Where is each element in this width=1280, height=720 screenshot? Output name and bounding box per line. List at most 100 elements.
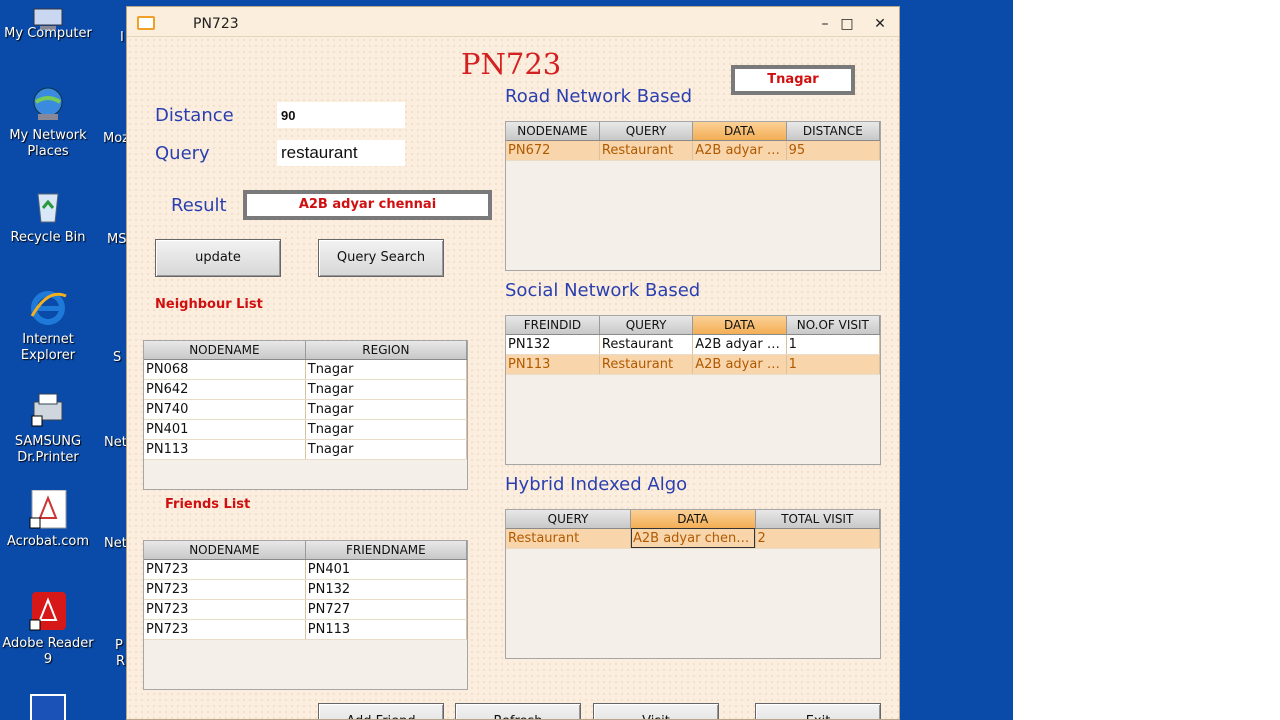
friends-list-title: Friends List <box>165 497 251 512</box>
column-header[interactable]: QUERY <box>599 122 694 141</box>
network-icon <box>28 84 68 124</box>
acrobat-icon <box>28 489 68 530</box>
table-cell[interactable]: PN068 <box>144 359 306 380</box>
desktop-icon-internet-explorer[interactable]: Internet Explorer <box>0 288 96 364</box>
desktop-icon-adobe-reader[interactable]: Adobe Reader 9 <box>0 592 96 668</box>
table-row[interactable]: PN723 PN113 <box>144 619 467 640</box>
table-row[interactable]: PN723 PN401 <box>144 559 467 580</box>
table-row[interactable]: PN068 Tnagar <box>144 359 467 380</box>
friends-table[interactable]: NODENAME FRIENDNAME PN723 PN401 PN723 PN13… <box>143 540 468 690</box>
table-cell[interactable]: A2B adyar c... <box>692 354 787 375</box>
minimize-button[interactable]: – <box>817 16 833 32</box>
table-cell[interactable]: PN401 <box>305 559 467 580</box>
table-row[interactable]: PN723 PN727 <box>144 599 467 620</box>
refresh-button[interactable]: Refresh <box>455 703 581 719</box>
table-row[interactable]: PN672 Restaurant A2B adyar c... 95 <box>506 140 880 161</box>
table-cell[interactable]: PN642 <box>144 379 306 400</box>
table-cell[interactable]: PN132 <box>506 334 600 355</box>
result-label: Result <box>171 195 227 216</box>
column-header[interactable]: NODENAME <box>506 122 600 141</box>
add-friend-button[interactable]: Add Friend <box>318 703 444 719</box>
table-header-row: NODENAME QUERY DATA DISTANCE <box>506 122 880 141</box>
column-header[interactable]: QUERY <box>506 510 631 529</box>
maximize-button[interactable]: □ <box>839 16 855 32</box>
column-header[interactable]: DATA <box>692 316 787 335</box>
table-cell[interactable]: PN740 <box>144 399 306 420</box>
table-cell[interactable]: PN727 <box>305 599 467 620</box>
visit-button[interactable]: Visit <box>593 703 719 719</box>
table-cell[interactable]: PN401 <box>144 419 306 440</box>
table-cell[interactable]: PN672 <box>506 140 600 161</box>
table-cell[interactable]: Tnagar <box>305 359 467 380</box>
partial-label: MS <box>107 232 127 247</box>
column-header[interactable]: NODENAME <box>144 541 306 560</box>
table-cell[interactable]: PN113 <box>144 439 306 460</box>
neighbour-table[interactable]: NODENAME REGION PN068 Tnagar PN642 Tnagar … <box>143 340 468 490</box>
table-cell[interactable]: PN113 <box>506 354 600 375</box>
column-header[interactable]: NO.OF VISIT <box>786 316 880 335</box>
table-row[interactable]: PN132 Restaurant A2B adyar c... 1 <box>506 334 880 355</box>
table-cell[interactable]: Restaurant <box>599 140 694 161</box>
desktop-icon-my-computer[interactable]: My Computer <box>0 0 96 42</box>
table-cell[interactable]: PN723 <box>144 559 306 580</box>
table-cell[interactable]: 1 <box>786 334 880 355</box>
social-network-table[interactable]: FREINDID QUERY DATA NO.OF VISIT PN132 Re… <box>505 315 881 465</box>
table-cell[interactable]: Restaurant <box>506 528 631 549</box>
column-header[interactable]: TOTAL VISIT <box>755 510 880 529</box>
hybrid-algo-table[interactable]: QUERY DATA TOTAL VISIT Restaurant A2B ad… <box>505 509 881 659</box>
table-cell[interactable]: PN723 <box>144 599 306 620</box>
table-row[interactable]: PN113 Restaurant A2B adyar c... 1 <box>506 354 880 375</box>
table-row[interactable]: PN642 Tnagar <box>144 379 467 400</box>
app-icon <box>137 16 155 30</box>
table-header-row: QUERY DATA TOTAL VISIT <box>506 510 880 529</box>
road-network-title: Road Network Based <box>505 86 693 107</box>
table-cell[interactable]: PN723 <box>144 619 306 640</box>
desktop-icon-my-network-places[interactable]: My Network Places <box>0 84 96 160</box>
column-header[interactable]: DATA <box>692 122 787 141</box>
table-cell[interactable]: Restaurant <box>599 354 694 375</box>
table-cell[interactable]: PN723 <box>144 579 306 600</box>
desktop-icon-acrobat[interactable]: Acrobat.com <box>0 489 96 550</box>
table-cell[interactable]: PN132 <box>305 579 467 600</box>
table-cell[interactable]: PN113 <box>305 619 467 640</box>
table-cell[interactable]: Tnagar <box>305 419 467 440</box>
desktop-icon-samsung-printer[interactable]: SAMSUNG Dr.Printer <box>0 390 96 466</box>
neighbour-list-title: Neighbour List <box>155 297 263 312</box>
title-bar[interactable]: PN723 – □ ✕ <box>127 7 899 37</box>
table-cell[interactable]: A2B adyar c... <box>692 334 787 355</box>
column-header[interactable]: FREINDID <box>506 316 600 335</box>
table-cell[interactable]: Tnagar <box>305 379 467 400</box>
column-header[interactable]: FRIENDNAME <box>305 541 467 560</box>
query-search-button[interactable]: Query Search <box>318 239 444 277</box>
update-button[interactable]: update <box>155 239 281 277</box>
table-cell[interactable]: Tnagar <box>305 439 467 460</box>
table-row[interactable]: PN401 Tnagar <box>144 419 467 440</box>
table-row[interactable]: PN113 Tnagar <box>144 439 467 460</box>
hybrid-algo-title: Hybrid Indexed Algo <box>505 474 688 495</box>
table-header-row: NODENAME FRIENDNAME <box>144 541 467 560</box>
close-button[interactable]: ✕ <box>872 16 888 32</box>
column-header[interactable]: DATA <box>630 510 756 529</box>
table-cell[interactable]: Restaurant <box>599 334 694 355</box>
table-row[interactable]: PN740 Tnagar <box>144 399 467 420</box>
exit-button[interactable]: Exit <box>755 703 881 719</box>
partial-label: P <box>115 638 123 653</box>
social-network-title: Social Network Based <box>505 280 701 301</box>
query-input[interactable] <box>277 140 405 166</box>
column-header[interactable]: DISTANCE <box>786 122 880 141</box>
distance-input[interactable] <box>277 102 405 128</box>
table-row[interactable]: Restaurant A2B adyar chennai 2 <box>506 528 880 549</box>
table-cell[interactable]: 1 <box>786 354 880 375</box>
table-cell[interactable]: A2B adyar c... <box>692 140 787 161</box>
table-row[interactable]: PN723 PN132 <box>144 579 467 600</box>
desktop-icon-recycle-bin[interactable]: Recycle Bin <box>0 186 96 246</box>
column-header[interactable]: REGION <box>305 341 467 360</box>
table-cell[interactable]: A2B adyar chennai <box>630 528 756 549</box>
table-cell[interactable]: 2 <box>755 528 880 549</box>
road-network-table[interactable]: NODENAME QUERY DATA DISTANCE PN672 Resta… <box>505 121 881 271</box>
column-header[interactable]: NODENAME <box>144 341 306 360</box>
table-cell[interactable]: Tnagar <box>305 399 467 420</box>
table-cell[interactable]: 95 <box>786 140 880 161</box>
column-header[interactable]: QUERY <box>599 316 694 335</box>
desktop-icon-partial[interactable] <box>30 694 66 720</box>
